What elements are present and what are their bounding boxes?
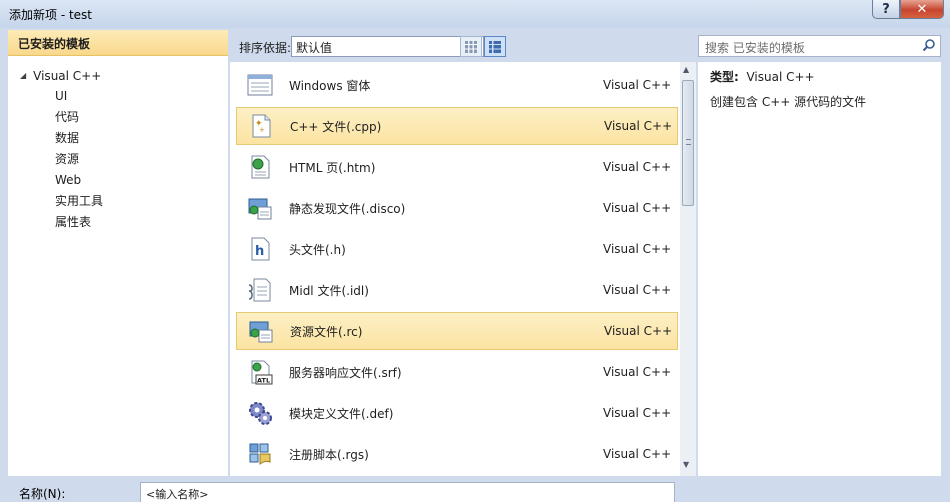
list-item-highlighted[interactable]: 资源文件(.rc) Visual C++ — [236, 312, 678, 350]
item-name: Windows 窗体 — [289, 78, 371, 93]
template-list: Windows 窗体 Visual C++ ✦ + C++ 文件(.cpp) V… — [230, 62, 696, 476]
item-type: Visual C++ — [603, 242, 672, 256]
tree-item-web[interactable]: Web — [8, 170, 228, 191]
tree-item-label: Visual C++ — [33, 68, 102, 83]
item-type: Visual C++ — [603, 78, 672, 92]
scroll-down-arrow-icon[interactable]: ▼ — [683, 460, 689, 469]
list-item[interactable]: 静态发现文件(.disco) Visual C++ — [236, 189, 678, 227]
close-button[interactable]: ✕ — [900, 0, 944, 19]
details-type-line: 类型: Visual C++ — [710, 69, 929, 94]
item-type: Visual C++ — [603, 447, 672, 461]
def-file-icon — [249, 402, 272, 425]
details-view-button[interactable] — [484, 36, 506, 57]
resource-file-icon — [249, 321, 273, 343]
tree-item-resource[interactable]: 资源 — [8, 149, 228, 170]
details-type-label: 类型: — [710, 70, 739, 84]
disco-file-icon — [248, 198, 272, 220]
window-title: 添加新项 - test — [9, 8, 93, 22]
item-name: 静态发现文件(.disco) — [289, 201, 406, 216]
tree-item-ui[interactable]: UI — [8, 86, 228, 107]
tree-item-code[interactable]: 代码 — [8, 107, 228, 128]
installed-templates-header[interactable]: 已安装的模板 — [8, 30, 228, 56]
help-button[interactable]: ? — [872, 0, 900, 19]
title-bar: 添加新项 - test ? ✕ — [0, 0, 950, 28]
small-icons-view-button[interactable] — [460, 36, 482, 57]
details-description: 创建包含 C++ 源代码的文件 — [710, 95, 867, 109]
tree-item-utility[interactable]: 实用工具 — [8, 191, 228, 212]
item-type: Visual C++ — [603, 283, 672, 297]
list-item[interactable]: 模块定义文件(.def) Visual C++ — [236, 394, 678, 432]
item-type: Visual C++ — [603, 365, 672, 379]
item-type: Visual C++ — [603, 160, 672, 174]
item-name: 头文件(.h) — [289, 242, 346, 257]
form-icon — [247, 74, 273, 96]
html-page-icon — [251, 155, 270, 179]
list-item[interactable]: 注册脚本(.rgs) Visual C++ — [236, 435, 678, 473]
list-item[interactable]: h 头文件(.h) Visual C++ — [236, 230, 678, 268]
item-name: 资源文件(.rc) — [290, 324, 363, 339]
template-tree: ◢ Visual C++ UI 代码 数据 资源 Web 实用工具 属性表 — [8, 56, 228, 233]
details-panel: 类型: Visual C++ 创建包含 C++ 源代码的文件 — [698, 62, 941, 476]
list-scrollbar[interactable]: ▲ ▼ — [680, 62, 696, 476]
name-label: 名称(N): — [19, 487, 66, 501]
details-type-value: Visual C++ — [746, 70, 815, 84]
list-item[interactable]: Midl 文件(.idl) Visual C++ — [236, 271, 678, 309]
list-item[interactable]: ATL 服务器响应文件(.srf) Visual C++ — [236, 353, 678, 391]
grid-view-icon — [464, 40, 478, 53]
list-toolbar: 排序依据: 默认值 ▼ — [230, 30, 696, 62]
tree-item-data[interactable]: 数据 — [8, 128, 228, 149]
tree-item-visual-cpp[interactable]: ◢ Visual C++ — [8, 65, 228, 86]
scroll-grip-icon — [686, 139, 691, 145]
item-type: Visual C++ — [603, 201, 672, 215]
item-name: HTML 页(.htm) — [289, 160, 376, 175]
list-item[interactable]: Windows 窗体 Visual C++ — [236, 66, 678, 104]
rgs-script-icon — [249, 443, 271, 466]
item-name: 服务器响应文件(.srf) — [289, 365, 402, 380]
atl-srf-icon: ATL — [251, 360, 273, 385]
list-item-selected[interactable]: ✦ + C++ 文件(.cpp) Visual C++ — [236, 107, 678, 145]
expanded-triangle-icon[interactable]: ◢ — [20, 71, 26, 80]
svg-text:ATL: ATL — [257, 377, 270, 385]
svg-text:h: h — [255, 244, 264, 259]
template-tree-panel: 已安装的模板 ◢ Visual C++ UI 代码 数据 资源 Web 实用工具… — [8, 30, 228, 476]
item-name: 注册脚本(.rgs) — [289, 447, 369, 462]
item-type: Visual C++ — [604, 324, 673, 338]
midl-file-icon — [248, 278, 271, 302]
list-item[interactable]: HTML 页(.htm) Visual C++ — [236, 148, 678, 186]
cpp-file-icon: ✦ + — [252, 114, 271, 138]
search-box[interactable]: 搜索 已安装的模板 — [698, 35, 941, 57]
search-input[interactable]: 搜索 已安装的模板 — [705, 41, 805, 55]
item-name: 模块定义文件(.def) — [289, 406, 394, 421]
item-type: Visual C++ — [603, 406, 672, 420]
svg-text:+: + — [259, 126, 265, 134]
name-input[interactable]: <输入名称> — [140, 482, 675, 502]
scroll-thumb[interactable] — [682, 80, 694, 206]
sort-select-value: 默认值 — [296, 41, 333, 55]
item-name: C++ 文件(.cpp) — [290, 119, 382, 134]
sort-label: 排序依据: — [239, 41, 292, 55]
sort-select[interactable]: 默认值 ▼ — [291, 36, 484, 57]
item-type: Visual C++ — [604, 119, 673, 133]
scroll-up-arrow-icon[interactable]: ▲ — [683, 65, 689, 74]
search-icon[interactable] — [922, 38, 936, 52]
tree-item-property-sheet[interactable]: 属性表 — [8, 212, 228, 233]
header-file-icon: h — [251, 237, 270, 261]
item-name: Midl 文件(.idl) — [289, 283, 369, 298]
list-view-icon — [488, 40, 502, 53]
